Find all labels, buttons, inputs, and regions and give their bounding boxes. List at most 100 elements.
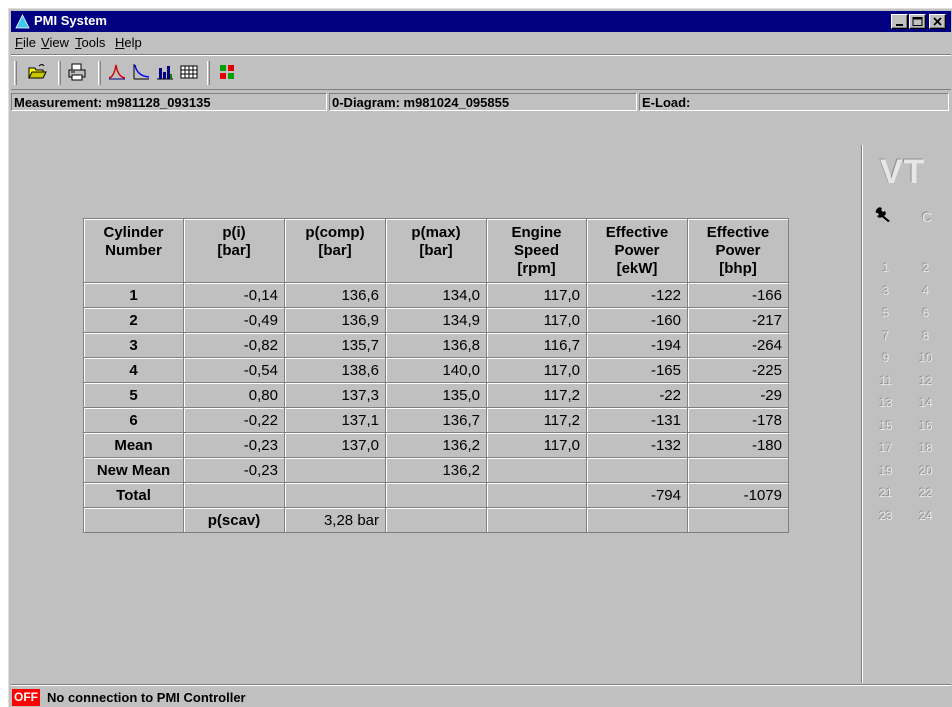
table-cell: 117,0 [486,307,587,333]
table-cell: -0,23 [183,432,285,458]
measurement-field: Measurement: m981128_093135 [11,93,327,111]
cylinder-select-19[interactable]: 19 [874,464,898,478]
cylinder-select-20[interactable]: 20 [914,464,938,478]
table-cell: -0,23 [183,457,285,483]
row-label-cell: 5 [83,382,184,408]
toolbar-grip[interactable] [14,61,17,85]
table-cell: 137,3 [284,382,386,408]
header-pmax: p(max) [bar] [385,218,487,283]
c-label[interactable]: C [922,209,932,225]
connection-status-badge: OFF [12,689,40,706]
table-cell: 140,0 [385,357,487,383]
window-title: PMI System [34,13,107,28]
status-message: No connection to PMI Controller [47,690,246,705]
table-cell [586,507,688,533]
cylinder-select-21[interactable]: 21 [874,486,898,500]
table-cell: 117,2 [486,407,587,433]
cylinder-select-15[interactable]: 15 [874,419,898,433]
maximize-button[interactable] [909,14,926,29]
cylinder-select-7[interactable]: 7 [874,329,898,343]
table-cell [284,457,386,483]
pressure-curve-button[interactable] [105,60,129,84]
wrench-icon[interactable] [874,205,896,223]
table-cell: 134,0 [385,282,487,308]
table-cell: 137,1 [284,407,386,433]
table-cell: 117,0 [486,432,587,458]
table-cell: 117,0 [486,357,587,383]
close-button[interactable] [929,14,946,29]
header-engine-speed: Engine Speed [rpm] [486,218,587,283]
cylinder-select-3[interactable]: 3 [874,284,898,298]
minimize-button[interactable] [891,14,908,29]
cylinder-select-1[interactable]: 1 [874,261,898,275]
table-cell: -0,54 [183,357,285,383]
table-cell: -794 [586,482,688,508]
cylinder-select-4[interactable]: 4 [914,284,938,298]
header-power-ekw: Effective Power [ekW] [586,218,688,283]
toolbar [11,54,951,90]
table-cell [183,482,285,508]
eload-field: E-Load: [639,93,949,111]
cylinder-select-13[interactable]: 13 [874,396,898,410]
title-bar[interactable]: PMI System [11,11,951,32]
table-cell: -132 [586,432,688,458]
cylinder-select-12[interactable]: 12 [914,374,938,388]
table-cell: -131 [586,407,688,433]
cylinder-select-6[interactable]: 6 [914,306,938,320]
table-cell: p(scav) [183,507,285,533]
menu-bar: File View Tools Help [11,33,951,53]
pressure-curve-icon [108,64,126,80]
menu-file[interactable]: File [15,35,36,50]
table-cell: -0,22 [183,407,285,433]
menu-help[interactable]: Help [115,35,142,50]
table-row: New Mean -0,23 136,2 [83,457,789,483]
row-label-cell [83,507,184,533]
table-cell [586,457,688,483]
table-row: 1 -0,14 136,6 134,0 117,0 -122 -166 [83,282,789,308]
cylinder-select-18[interactable]: 18 [914,441,938,455]
table-cell: 137,0 [284,432,386,458]
cylinder-select-2[interactable]: 2 [914,261,938,275]
table-cell: 136,9 [284,307,386,333]
diagram-field: 0-Diagram: m981024_095855 [329,93,637,111]
menu-view[interactable]: View [41,35,69,50]
cylinder-select-11[interactable]: 11 [874,374,898,388]
row-label-cell: 2 [83,307,184,333]
cylinder-select-8[interactable]: 8 [914,329,938,343]
print-button[interactable] [65,60,89,84]
table-cell: 136,6 [284,282,386,308]
cylinder-select-16[interactable]: 16 [914,419,938,433]
header-pi: p(i) [bar] [183,218,285,283]
table-cell: -194 [586,332,688,358]
table-view-button[interactable] [177,60,201,84]
cylinder-select-5[interactable]: 5 [874,306,898,320]
overview-button[interactable] [215,60,239,84]
bar-chart-icon [157,66,173,80]
menu-tools[interactable]: Tools [75,35,105,50]
compression-curve-button[interactable] [129,60,153,84]
main-area: Cylinder Number p(i) [bar] p(comp) [bar] p(… [11,115,861,683]
cylinder-select-24[interactable]: 24 [914,509,938,523]
table-cell: 0,80 [183,382,285,408]
table-cell [687,457,789,483]
cylinder-select-9[interactable]: 9 [874,351,898,365]
open-button[interactable] [25,60,49,84]
cylinder-select-23[interactable]: 23 [874,509,898,523]
toolbar-separator [98,61,101,85]
cylinder-select-14[interactable]: 14 [914,396,938,410]
table-row: Total -794 -1079 [83,482,789,508]
cylinder-select-17[interactable]: 17 [874,441,898,455]
bar-chart-button[interactable] [153,60,177,84]
print-icon [68,63,86,81]
table-cell: 3,28 bar [284,507,386,533]
table-cell: -165 [586,357,688,383]
colored-grid-icon [220,65,234,79]
cylinder-select-10[interactable]: 10 [914,351,938,365]
table-header-row: Cylinder Number p(i) [bar] p(comp) [bar] p(… [83,218,789,283]
table-cell: -122 [586,282,688,308]
vt-logo: VT [880,153,926,191]
cylinder-select-22[interactable]: 22 [914,486,938,500]
table-cell: 117,2 [486,382,587,408]
table-cell: -1079 [687,482,789,508]
header-power-bhp: Effective Power [bhp] [687,218,789,283]
